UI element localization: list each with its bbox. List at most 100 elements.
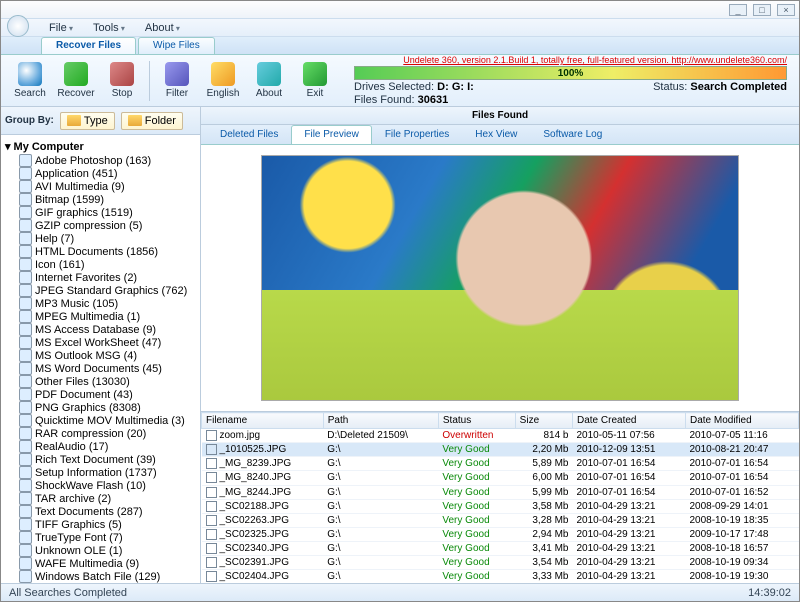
status-message: All Searches Completed <box>9 587 127 599</box>
minimize-button[interactable]: _ <box>729 4 747 16</box>
filetype-icon <box>19 349 32 362</box>
menu-file[interactable]: File <box>41 21 81 35</box>
tree-item[interactable]: Bitmap (1599) <box>3 193 198 206</box>
about-icon <box>257 62 281 86</box>
tree-item[interactable]: TAR archive (2) <box>3 492 198 505</box>
tree-item[interactable]: TIFF Graphics (5) <box>3 518 198 531</box>
filetype-icon <box>19 180 32 193</box>
row-checkbox[interactable] <box>206 571 217 582</box>
row-checkbox[interactable] <box>206 458 217 469</box>
language-button[interactable]: English <box>201 58 245 104</box>
stop-button[interactable]: Stop <box>100 58 144 104</box>
col-size[interactable]: Size <box>515 413 572 429</box>
tree-root[interactable]: ▾ My Computer <box>3 139 198 154</box>
exit-icon <box>303 62 327 86</box>
row-checkbox[interactable] <box>206 472 217 483</box>
tree-item[interactable]: Other Files (13030) <box>3 375 198 388</box>
tree-item[interactable]: PDF Document (43) <box>3 388 198 401</box>
filetype-icon <box>19 206 32 219</box>
tree-item[interactable]: MS Access Database (9) <box>3 323 198 336</box>
tree-item[interactable]: TrueType Font (7) <box>3 531 198 544</box>
tab-wipe-files[interactable]: Wipe Files <box>138 37 215 54</box>
version-banner-link[interactable]: Undelete 360, version 2.1.Build 1, total… <box>354 55 787 65</box>
table-row[interactable]: _SC02188.JPGG:\Very Good3,58 Mb2010-04-2… <box>202 499 799 513</box>
tree-item[interactable]: GZIP compression (5) <box>3 219 198 232</box>
tab-file-properties[interactable]: File Properties <box>372 125 462 144</box>
preview-pane <box>201 145 799 411</box>
table-row[interactable]: _MG_8240.JPGG:\Very Good6,00 Mb2010-07-0… <box>202 471 799 485</box>
tree-item[interactable]: MS Word Documents (45) <box>3 362 198 375</box>
table-row[interactable]: _SC02404.JPGG:\Very Good3,33 Mb2010-04-2… <box>202 570 799 583</box>
row-checkbox[interactable] <box>206 430 217 441</box>
tree-item[interactable]: Quicktime MOV Multimedia (3) <box>3 414 198 427</box>
tree-item[interactable]: Rich Text Document (39) <box>3 453 198 466</box>
tree-item[interactable]: Internet Favorites (2) <box>3 271 198 284</box>
row-checkbox[interactable] <box>206 444 217 455</box>
table-row[interactable]: zoom.jpgD:\Deleted 21509\Overwritten814 … <box>202 429 799 443</box>
table-row[interactable]: _MG_8239.JPGG:\Very Good5,89 Mb2010-07-0… <box>202 457 799 471</box>
table-row[interactable]: _SC02340.JPGG:\Very Good3,41 Mb2010-04-2… <box>202 542 799 556</box>
col-path[interactable]: Path <box>323 413 438 429</box>
table-row[interactable]: _1010525.JPGG:\Very Good2,20 Mb2010-12-0… <box>202 443 799 457</box>
tab-recover-files[interactable]: Recover Files <box>41 37 136 54</box>
table-row[interactable]: _SC02263.JPGG:\Very Good3,28 Mb2010-04-2… <box>202 513 799 527</box>
recover-button[interactable]: Recover <box>54 58 98 104</box>
tree-item[interactable]: MPEG Multimedia (1) <box>3 310 198 323</box>
tree-item[interactable]: MS Excel WorkSheet (47) <box>3 336 198 349</box>
group-by-label: Group By: <box>5 115 54 126</box>
tree-item[interactable]: ShockWave Flash (10) <box>3 479 198 492</box>
status-time: 14:39:02 <box>748 587 791 599</box>
tree-item[interactable]: Unknown OLE (1) <box>3 544 198 557</box>
about-button[interactable]: About <box>247 58 291 104</box>
tab-hex-view[interactable]: Hex View <box>462 125 530 144</box>
file-list[interactable]: Filename Path Status Size Date Created D… <box>201 411 799 583</box>
tree-item[interactable]: AVI Multimedia (9) <box>3 180 198 193</box>
group-folder-button[interactable]: Folder <box>121 112 183 130</box>
tab-software-log[interactable]: Software Log <box>530 125 615 144</box>
row-checkbox[interactable] <box>206 487 217 498</box>
tree-item[interactable]: Help (7) <box>3 232 198 245</box>
col-filename[interactable]: Filename <box>202 413 324 429</box>
filetype-icon <box>19 479 32 492</box>
tree-item[interactable]: WAFE Multimedia (9) <box>3 557 198 570</box>
col-status[interactable]: Status <box>438 413 515 429</box>
tab-deleted-files[interactable]: Deleted Files <box>207 125 291 144</box>
tree-item[interactable]: HTML Documents (1856) <box>3 245 198 258</box>
filetype-icon <box>19 453 32 466</box>
filetype-icon <box>19 388 32 401</box>
tree-item[interactable]: Icon (161) <box>3 258 198 271</box>
tab-file-preview[interactable]: File Preview <box>291 125 371 144</box>
tree-item[interactable]: Windows Batch File (129) <box>3 570 198 583</box>
menu-about[interactable]: About <box>137 21 188 35</box>
group-type-button[interactable]: Type <box>60 112 115 130</box>
tree-item[interactable]: GIF graphics (1519) <box>3 206 198 219</box>
tree-item[interactable]: MS Outlook MSG (4) <box>3 349 198 362</box>
filetype-icon <box>19 570 32 583</box>
tree-item[interactable]: Adobe Photoshop (163) <box>3 154 198 167</box>
row-checkbox[interactable] <box>206 515 217 526</box>
menu-tools[interactable]: Tools <box>85 21 133 35</box>
tree-item[interactable]: RealAudio (17) <box>3 440 198 453</box>
row-checkbox[interactable] <box>206 557 217 568</box>
search-button[interactable]: Search <box>8 58 52 104</box>
file-type-tree[interactable]: ▾ My Computer Adobe Photoshop (163)Appli… <box>1 135 200 583</box>
row-checkbox[interactable] <box>206 501 217 512</box>
filter-button[interactable]: Filter <box>155 58 199 104</box>
col-created[interactable]: Date Created <box>573 413 686 429</box>
exit-button[interactable]: Exit <box>293 58 337 104</box>
table-row[interactable]: _SC02391.JPGG:\Very Good3,54 Mb2010-04-2… <box>202 556 799 570</box>
row-checkbox[interactable] <box>206 529 217 540</box>
table-row[interactable]: _SC02325.JPGG:\Very Good2,94 Mb2010-04-2… <box>202 527 799 541</box>
tree-item[interactable]: JPEG Standard Graphics (762) <box>3 284 198 297</box>
tree-item[interactable]: Setup Information (1737) <box>3 466 198 479</box>
tree-item[interactable]: MP3 Music (105) <box>3 297 198 310</box>
close-button[interactable]: × <box>777 4 795 16</box>
table-row[interactable]: _MG_8244.JPGG:\Very Good5,99 Mb2010-07-0… <box>202 485 799 499</box>
tree-item[interactable]: RAR compression (20) <box>3 427 198 440</box>
tree-item[interactable]: Text Documents (287) <box>3 505 198 518</box>
maximize-button[interactable]: □ <box>753 4 771 16</box>
tree-item[interactable]: PNG Graphics (8308) <box>3 401 198 414</box>
row-checkbox[interactable] <box>206 543 217 554</box>
tree-item[interactable]: Application (451) <box>3 167 198 180</box>
col-modified[interactable]: Date Modified <box>685 413 798 429</box>
